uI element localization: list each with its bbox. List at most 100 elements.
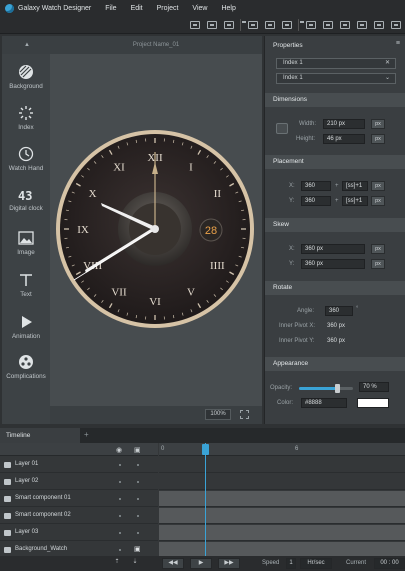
ungroup-icon[interactable] (357, 20, 367, 29)
svg-text:43: 43 (18, 189, 32, 202)
placement-x-field[interactable]: 360 (301, 181, 331, 191)
playhead[interactable] (205, 443, 206, 556)
menu-help[interactable]: Help (221, 5, 235, 12)
play-icon (22, 316, 32, 328)
preview-icon[interactable] (374, 20, 384, 29)
color-hex-field[interactable]: #8888 (301, 398, 347, 408)
current-time-field[interactable]: 00 : 00 (374, 558, 405, 569)
speed-unit-select[interactable]: Hr/sec (300, 558, 332, 569)
tool-label: Digital clock (9, 205, 43, 212)
group-icon[interactable] (340, 20, 350, 29)
pivot-y-value[interactable]: 360 px (327, 338, 345, 344)
layer-track[interactable] (159, 491, 405, 507)
placement-y-field[interactable]: 360 (301, 196, 331, 206)
hour-numeral: V (187, 286, 195, 298)
align-left-icon[interactable] (190, 20, 200, 29)
angle-field[interactable]: 360 (325, 306, 353, 316)
opacity-slider-track[interactable] (299, 384, 353, 393)
opacity-slider-handle[interactable] (334, 384, 340, 393)
layer-track[interactable] (159, 457, 405, 473)
playhead-handle[interactable] (202, 444, 209, 455)
menu-edit[interactable]: Edit (131, 5, 143, 12)
height-unit-button[interactable]: px (371, 134, 385, 144)
fit-screen-icon[interactable] (240, 410, 249, 419)
layer-track[interactable] (159, 508, 405, 524)
lock-icon[interactable]: ▣ (134, 446, 141, 454)
add-tab-button[interactable]: + (84, 430, 89, 439)
tool-image[interactable]: Image (2, 230, 50, 256)
color-swatch[interactable] (357, 398, 389, 408)
align-bottom-icon[interactable] (282, 20, 292, 29)
align-right-icon[interactable] (224, 20, 234, 29)
dimensions-header[interactable]: Dimensions (265, 93, 405, 107)
menu-file[interactable]: File (105, 5, 116, 12)
toolbar-divider (298, 18, 304, 31)
move-down-icon[interactable]: ⇣ (128, 558, 142, 569)
layer-row[interactable]: Smart component 01 (0, 491, 158, 507)
tool-background[interactable]: Background (2, 64, 50, 90)
layer-row[interactable]: Layer 01 (0, 457, 158, 473)
index-icon (19, 106, 33, 120)
hour-numeral: XI (113, 162, 125, 174)
speed-field[interactable]: 1 (286, 558, 296, 569)
skew-header[interactable]: Skew (265, 218, 405, 232)
skew-x-unit[interactable]: px (371, 244, 385, 254)
panel-menu-icon[interactable]: ≡ (396, 40, 400, 47)
speed-label: Speed (262, 560, 280, 566)
collapse-arrow-icon[interactable]: ▲ (24, 42, 30, 48)
placement-x-unit[interactable]: px (371, 181, 385, 191)
pivot-x-value[interactable]: 360 px (327, 323, 345, 329)
rewind-button[interactable]: ◀◀ (162, 558, 184, 569)
tool-complications[interactable]: Complications (2, 354, 50, 380)
timeline-footer: ⇡ ⇣ ◀◀ ▶ ▶▶ Speed 1 Hr/sec Current 00 : … (0, 556, 405, 571)
placement-header[interactable]: Placement (265, 155, 405, 169)
watch-face[interactable]: XIIIIIIIIIVVIVIIVIIIIXXXI 28 (56, 130, 254, 328)
opacity-field[interactable]: 70 % (359, 382, 389, 392)
placement-y-unit[interactable]: px (371, 196, 385, 206)
width-unit-button[interactable]: px (371, 119, 385, 129)
align-top-icon[interactable] (248, 20, 258, 29)
timeline-ruler[interactable]: 0 6 (159, 443, 405, 456)
tool-sidebar: Background Index Watch Hand 43 Digital c… (2, 54, 50, 424)
menu-view[interactable]: View (192, 5, 207, 12)
appearance-header[interactable]: Appearance (265, 357, 405, 371)
distribute-v-icon[interactable] (323, 20, 333, 29)
width-field[interactable]: 210 px (323, 119, 365, 129)
tool-text[interactable]: Text (2, 272, 50, 298)
tab-timeline[interactable]: Timeline (0, 428, 80, 443)
eye-icon[interactable]: ◉ (116, 446, 122, 454)
move-up-icon[interactable]: ⇡ (110, 558, 124, 569)
menu-project[interactable]: Project (157, 5, 179, 12)
fast-forward-button[interactable]: ▶▶ (218, 558, 240, 569)
timeline-panel: ◉ ▣ 0 6 Layer 01 Layer 02 Smart componen… (0, 443, 405, 558)
index-selector-1[interactable]: Index 1 ✕ (276, 58, 396, 69)
align-center-icon[interactable] (207, 20, 217, 29)
skew-y-field[interactable]: 360 px (301, 259, 365, 269)
export-icon[interactable] (391, 20, 401, 29)
tool-index[interactable]: Index (2, 105, 50, 131)
layer-track[interactable] (159, 474, 405, 490)
rotate-header[interactable]: Rotate (265, 281, 405, 295)
tool-watch-hand[interactable]: Watch Hand (2, 146, 50, 172)
placement-x-expr[interactable]: [ss]+1 (342, 181, 368, 191)
skew-x-field[interactable]: 360 px (301, 244, 365, 254)
placement-y-expr[interactable]: [ss]+1 (342, 196, 368, 206)
align-middle-icon[interactable] (265, 20, 275, 29)
layer-icon (4, 462, 11, 468)
tool-digital-clock[interactable]: 43 Digital clock (2, 188, 50, 212)
properties-title: Properties (273, 42, 303, 49)
index-selector-2[interactable]: Index 1 ⌄ (276, 73, 396, 84)
app-logo-icon (5, 3, 14, 13)
layer-row[interactable]: Layer 03 (0, 525, 158, 541)
layer-track[interactable] (159, 525, 405, 541)
skew-y-unit[interactable]: px (371, 259, 385, 269)
distribute-h-icon[interactable] (306, 20, 316, 29)
play-button[interactable]: ▶ (190, 558, 212, 569)
layer-row[interactable]: Smart component 02 (0, 508, 158, 524)
opacity-label: Opacity: (270, 385, 293, 391)
zoom-level[interactable]: 100% (205, 409, 231, 420)
tool-animation[interactable]: Animation (2, 314, 50, 340)
link-icon[interactable] (276, 123, 288, 134)
layer-row[interactable]: Layer 02 (0, 474, 158, 490)
height-field[interactable]: 46 px (323, 134, 365, 144)
